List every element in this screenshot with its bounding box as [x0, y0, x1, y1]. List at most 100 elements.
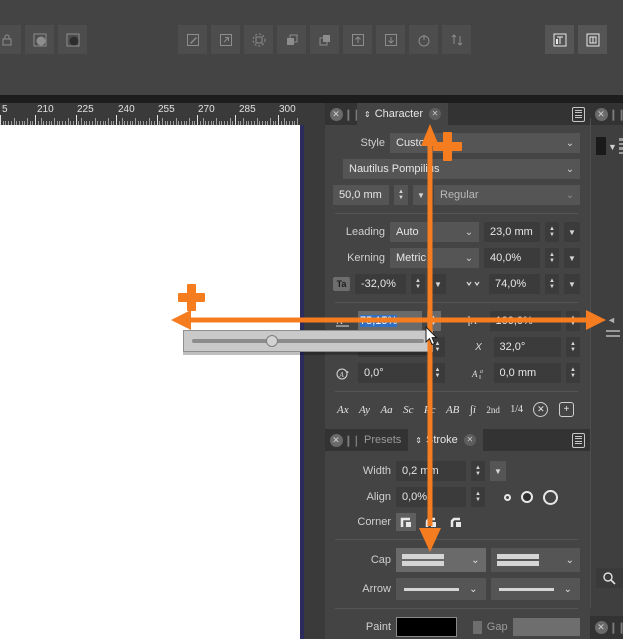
baseline-shift-value[interactable]: 0,0 mm [493, 363, 561, 383]
tab-character[interactable]: ⇕ Character ✕ [357, 103, 448, 125]
font-size-stepper[interactable]: ▲ ▼ [394, 185, 408, 205]
kerning-dropdown[interactable]: ▼ [564, 248, 580, 268]
fill-color-swatch[interactable] [596, 137, 606, 155]
shape-subtract-icon[interactable] [25, 25, 54, 54]
tab-close-icon[interactable]: ✕ [463, 434, 476, 446]
skew-value[interactable]: 32,0° [493, 337, 561, 357]
tracking-value[interactable]: -32,0% [355, 274, 406, 294]
glyph-2nd[interactable]: 2nd [486, 405, 500, 415]
glyph-ax[interactable]: Ax [337, 404, 349, 416]
stroke-width-dropdown[interactable]: ▼ [490, 461, 506, 481]
far-right-bottom-grip[interactable]: ❙❙ [609, 621, 623, 634]
power-icon[interactable] [409, 25, 438, 54]
char-height-stepper[interactable]: ▲ ▼ [566, 311, 580, 331]
slider-track[interactable] [192, 335, 424, 347]
word-spacing-stepper[interactable]: ▲ ▼ [545, 274, 559, 294]
glyph-integral[interactable]: ∫i [470, 404, 476, 416]
glyph-quarter[interactable]: 1/4 [510, 404, 523, 415]
divider [335, 391, 578, 392]
glyph-add-icon[interactable]: + [558, 402, 574, 417]
stroke-panel-menu-button[interactable] [566, 429, 590, 451]
leading-numeric[interactable]: 23,0 mm [484, 222, 540, 242]
chevron-down-icon: ⌄ [464, 226, 474, 238]
tracking-stepper[interactable]: ▲ ▼ [411, 274, 425, 294]
svg-text:A: A [471, 369, 478, 379]
leading-stepper[interactable]: ▲ ▼ [545, 222, 559, 242]
tracking-dropdown[interactable]: ▼ [430, 274, 446, 294]
glyph-sc[interactable]: Sc [403, 404, 413, 416]
tab-presets[interactable]: Presets [357, 429, 409, 451]
corner-miter-icon[interactable] [396, 513, 416, 531]
baseline-shift-stepper[interactable]: ▲ ▼ [566, 363, 580, 383]
cap-start-combo[interactable]: ⌄ [396, 548, 486, 572]
word-spacing-value[interactable]: 74,0% [489, 274, 540, 294]
far-right-grip[interactable]: ❙❙ [609, 108, 623, 121]
arrow-down-box-icon[interactable] [376, 25, 405, 54]
font-size-dropdown[interactable]: ▼ [413, 185, 429, 205]
stroke-align-stepper[interactable]: ▲ ▼ [471, 487, 485, 507]
leading-combo[interactable]: Auto ⌄ [390, 222, 479, 242]
shape-intersect-icon[interactable] [58, 25, 87, 54]
far-right-bottombar: ✕ ❙❙ [590, 616, 623, 639]
toolbar-center-group [178, 25, 471, 54]
open-external-icon[interactable] [211, 25, 240, 54]
skew-stepper[interactable]: ▲ ▼ [566, 337, 580, 357]
corner-bevel-icon[interactable] [446, 513, 466, 531]
stroke-align-value[interactable]: 0,0% [396, 487, 466, 507]
font-size-value[interactable]: 50,0 mm [333, 185, 389, 205]
rotation-stepper[interactable]: ▲ ▼ [430, 363, 445, 383]
paint-color-swatch[interactable] [396, 617, 457, 637]
word-spacing-dropdown[interactable]: ▼ [564, 274, 580, 294]
stroke-width-stepper[interactable]: ▲ ▼ [471, 461, 485, 481]
panel-menu-button[interactable] [566, 103, 590, 125]
kerning-combo[interactable]: Metric ⌄ [390, 248, 479, 268]
char-width-field[interactable]: 75,15% [358, 311, 422, 331]
arrow-start-combo[interactable]: ⌄ [396, 578, 486, 600]
chevron-down-icon: ⌄ [563, 583, 572, 595]
transparency-icon[interactable] [244, 25, 273, 54]
style-combo[interactable]: Custom ⌄ [390, 133, 580, 153]
send-back-icon[interactable] [310, 25, 339, 54]
glyph-ay[interactable]: Ay [359, 404, 370, 416]
dock-grip[interactable]: ❙❙ [344, 103, 361, 125]
align-inner-radio[interactable] [504, 493, 511, 501]
tab-close-icon[interactable]: ✕ [429, 108, 441, 120]
chevron-down-icon[interactable]: ▼ [608, 142, 617, 152]
bring-front-icon[interactable] [277, 25, 306, 54]
kerning-numeric[interactable]: 40,0% [484, 248, 540, 268]
align-center-radio[interactable] [521, 491, 533, 503]
arrow-end-combo[interactable]: ⌄ [490, 578, 580, 600]
tab-stroke[interactable]: ⇕ Stroke ✕ [408, 429, 483, 451]
kerning-stepper[interactable]: ▲ ▼ [545, 248, 559, 268]
gap-checkbox[interactable] [472, 620, 482, 634]
glyph-ab[interactable]: AB [446, 404, 459, 416]
flip-arrows-icon[interactable] [442, 25, 471, 54]
corner-round-icon[interactable] [421, 513, 441, 531]
search-button[interactable] [596, 568, 623, 588]
arrow-up-box-icon[interactable] [343, 25, 372, 54]
edit-node-icon[interactable] [178, 25, 207, 54]
glyph-aa[interactable]: Aa [380, 404, 392, 416]
stroke-dock-grip[interactable]: ❙❙ [344, 429, 361, 451]
slider-knob[interactable] [266, 335, 279, 347]
lock-icon[interactable] [0, 25, 21, 54]
font-family-combo[interactable]: Nautilus Pompilius ⌄ [343, 159, 580, 179]
gap-color-swatch[interactable] [512, 618, 580, 636]
stroke-width-value[interactable]: 0,2 mm [396, 461, 466, 481]
char-height-value[interactable]: 100,0% [489, 311, 561, 331]
mouse-cursor [425, 326, 438, 346]
glyph-pc[interactable]: Pc [424, 404, 436, 416]
object-properties-icon[interactable] [578, 25, 607, 54]
document-canvas[interactable] [0, 125, 300, 639]
rotation-value[interactable]: 0,0° [358, 363, 426, 383]
cap-end-combo[interactable]: ⌄ [490, 548, 580, 572]
character-tabbar: ✕ ❙❙ ⇕ Character ✕ [325, 103, 590, 125]
ruler-label: 240 [118, 104, 135, 115]
leading-dropdown[interactable]: ▼ [564, 222, 580, 242]
value-slider-popup[interactable] [183, 330, 433, 352]
text-tool-icon[interactable] [545, 25, 574, 54]
font-style-combo[interactable]: Regular ⌄ [434, 185, 580, 205]
glyph-clear-icon[interactable]: ✕ [533, 402, 549, 417]
horizontal-ruler[interactable]: 5 210 225 240 255 270 285 300 [0, 103, 330, 125]
align-outer-radio[interactable] [543, 489, 558, 505]
